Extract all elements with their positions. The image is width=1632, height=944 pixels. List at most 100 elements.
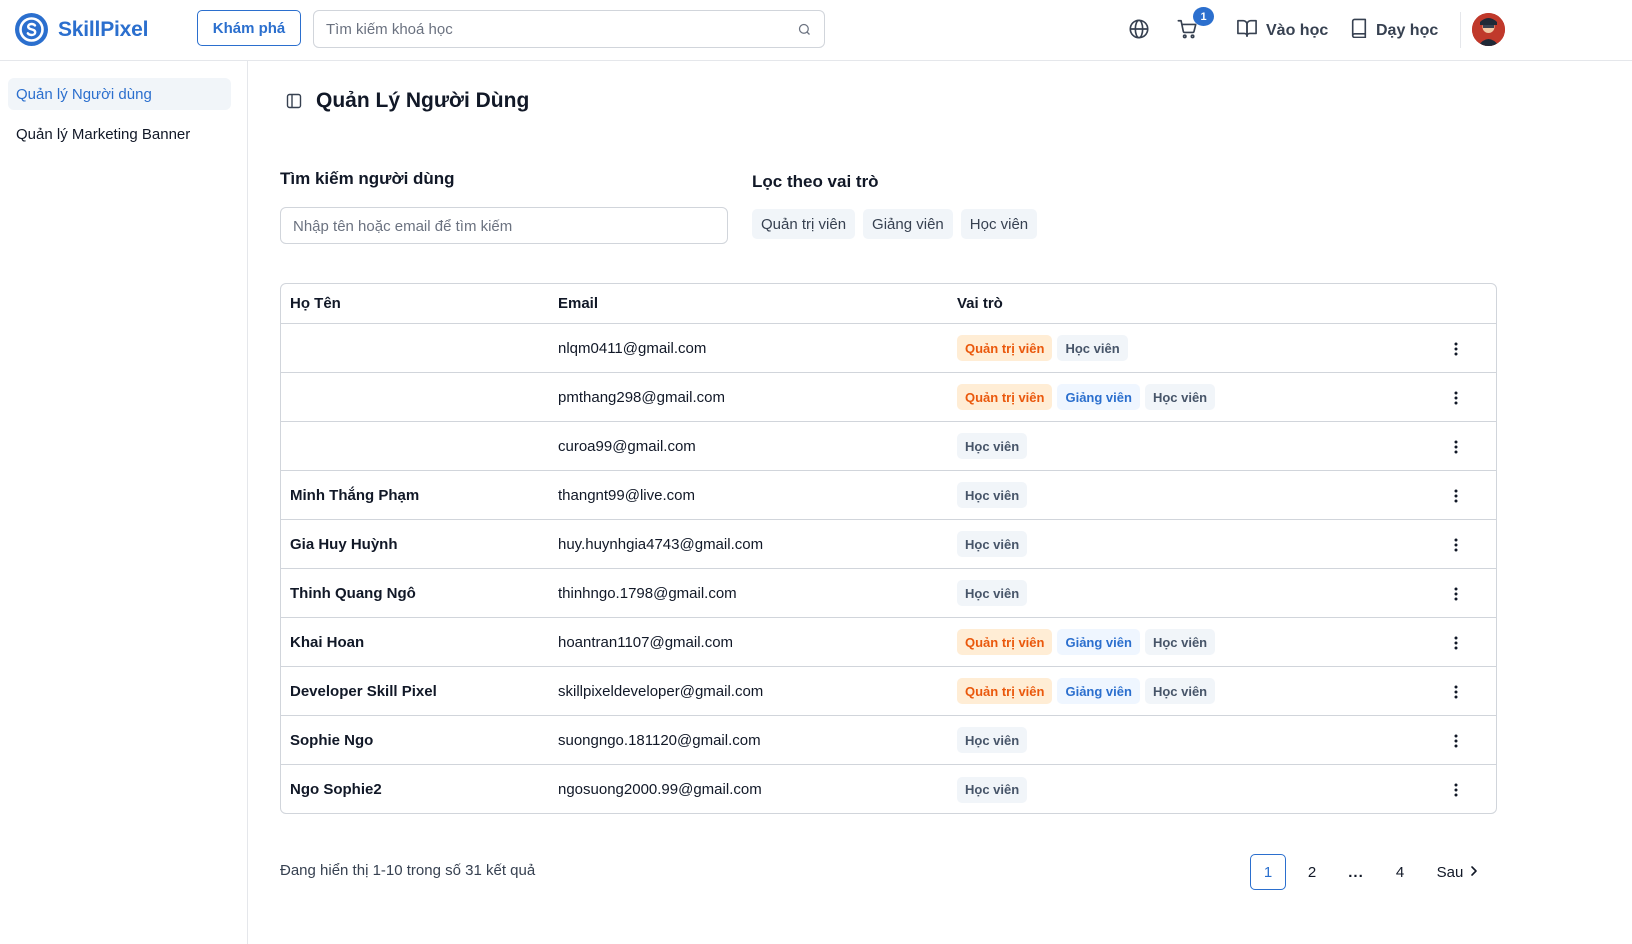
role-filter-admin[interactable]: Quản trị viên	[752, 209, 856, 239]
more-vertical-icon[interactable]	[1448, 340, 1464, 358]
cell-name: Developer Skill Pixel	[290, 682, 437, 700]
cell-roles: Học viên	[957, 580, 1028, 606]
role-badge: Học viên	[1057, 335, 1128, 361]
page-title: Quản Lý Người Dùng	[316, 89, 530, 112]
learn-label: Vào học	[1266, 21, 1329, 39]
book-open-icon	[1236, 18, 1258, 43]
more-vertical-icon[interactable]	[1448, 683, 1464, 701]
cell-roles: Học viên	[957, 776, 1028, 803]
cell-roles: Quản trị viên Giảng viên Học viên	[957, 629, 1216, 655]
role-badge: Giảng viên	[1057, 678, 1140, 704]
cell-email: nlqm0411@gmail.com	[558, 339, 707, 357]
user-search-input[interactable]	[293, 216, 713, 236]
role-filter-group: Quản trị viên Giảng viên Học viên	[752, 209, 1038, 239]
table-row: Developer Skill Pixel skillpixeldeveloper…	[281, 667, 1496, 716]
logo-icon	[15, 13, 48, 46]
role-badge: Giảng viên	[1057, 384, 1140, 410]
user-search-label: Tìm kiếm người dùng	[280, 169, 455, 188]
table-row: pmthang298@gmail.com Quản trị viên Giảng v…	[281, 373, 1496, 422]
user-search-box	[280, 207, 728, 244]
role-badge: Quản trị viên	[957, 678, 1053, 704]
role-filter-teacher[interactable]: Giảng viên	[863, 209, 953, 239]
sidebar-toggle-icon[interactable]	[286, 93, 302, 113]
role-badge: Quản trị viên	[957, 335, 1053, 361]
more-vertical-icon[interactable]	[1448, 389, 1464, 407]
header-divider	[1460, 12, 1461, 48]
cell-name: Ngo Sophie2	[290, 781, 382, 798]
more-vertical-icon[interactable]	[1448, 781, 1464, 799]
role-badge: Học viên	[957, 482, 1028, 508]
role-badge: Học viên	[957, 531, 1028, 557]
teach-label: Dạy học	[1376, 21, 1439, 39]
top-header: SkillPixel Khám phá 1 Vào học Dạy học	[0, 0, 1632, 61]
table-row: Gia Huy Huỳnh huy.huynhgia4743@gmail.com H…	[281, 520, 1496, 569]
cell-roles: Quản trị viên Giảng viên Học viên	[957, 678, 1216, 704]
more-vertical-icon[interactable]	[1448, 732, 1464, 750]
table-row: curoa99@gmail.com Học viên	[281, 422, 1496, 471]
cell-name: Thinh Quang Ngô	[290, 584, 416, 602]
cell-email: suongngo.181120@gmail.com	[558, 731, 761, 749]
result-summary: Đang hiển thị 1-10 trong số 31 kết quả	[280, 862, 536, 879]
more-vertical-icon[interactable]	[1448, 487, 1464, 505]
page-ellipsis: ...	[1348, 863, 1364, 881]
role-badge: Quản trị viên	[957, 384, 1053, 410]
role-badge: Học viên	[1144, 629, 1216, 655]
cell-email: ngosuong2000.99@gmail.com	[558, 781, 762, 798]
role-filter-label: Lọc theo vai trò	[752, 172, 879, 191]
course-search-input[interactable]	[326, 19, 786, 39]
role-badge: Giảng viên	[1057, 629, 1140, 655]
role-badge: Quản trị viên	[957, 629, 1053, 655]
role-badge: Học viên	[957, 433, 1028, 459]
page-2-button[interactable]: 2	[1294, 854, 1330, 890]
search-icon[interactable]	[797, 22, 812, 41]
book-icon	[1350, 18, 1368, 43]
cell-email: hoantran1107@gmail.com	[558, 633, 734, 651]
cell-roles: Quản trị viên Học viên	[957, 335, 1128, 361]
brand-logo[interactable]: SkillPixel	[15, 13, 148, 46]
cell-name: Minh Thắng Phạm	[290, 486, 420, 504]
role-badge: Học viên	[957, 580, 1028, 606]
sidebar-item-users[interactable]: Quản lý Người dùng	[8, 78, 231, 110]
column-header-name[interactable]: Họ Tên	[290, 295, 341, 312]
more-vertical-icon[interactable]	[1448, 585, 1464, 603]
role-badge: Học viên	[1144, 678, 1216, 704]
next-page-button[interactable]: Sau	[1430, 854, 1486, 890]
more-vertical-icon[interactable]	[1448, 536, 1464, 554]
role-badge: Học viên	[1144, 384, 1216, 410]
table-row: Thinh Quang Ngô thinhngo.1798@gmail.com Họ…	[281, 569, 1496, 618]
learn-link[interactable]: Vào học	[1236, 18, 1328, 43]
page-1-button[interactable]: 1	[1250, 854, 1286, 890]
more-vertical-icon[interactable]	[1448, 634, 1464, 652]
column-header-role[interactable]: Vai trò	[957, 295, 1003, 312]
chevron-right-icon	[1469, 864, 1479, 881]
next-page-label: Sau	[1436, 863, 1464, 881]
sidebar-item-marketing-banner[interactable]: Quản lý Marketing Banner	[8, 118, 231, 150]
cell-email: thinhngo.1798@gmail.com	[558, 584, 737, 602]
globe-icon[interactable]	[1128, 18, 1150, 44]
course-search-box	[313, 10, 825, 48]
role-filter-student[interactable]: Học viên	[960, 209, 1038, 239]
cell-roles: Học viên	[957, 433, 1028, 459]
role-badge: Học viên	[957, 727, 1028, 753]
cell-roles: Học viên	[957, 482, 1028, 508]
cell-email: thangnt99@live.com	[558, 486, 695, 504]
cell-email: pmthang298@gmail.com	[558, 388, 725, 406]
user-avatar[interactable]	[1472, 13, 1505, 46]
table-body: nlqm0411@gmail.com Quản trị viên Học viên p…	[281, 324, 1496, 813]
cell-roles: Học viên	[957, 727, 1028, 753]
cell-name: Sophie Ngo	[290, 731, 374, 749]
users-table: Họ Tên Email Vai trò nlqm0411@gmail.com Q…	[280, 283, 1497, 814]
brand-name: SkillPixel	[58, 17, 149, 41]
cell-name: Khai Hoan	[290, 633, 365, 651]
table-header: Họ Tên Email Vai trò	[281, 284, 1496, 324]
table-row: Minh Thắng Phạm thangnt99@live.com Học viê…	[281, 471, 1496, 520]
teach-link[interactable]: Dạy học	[1350, 18, 1438, 43]
table-row: Khai Hoan hoantran1107@gmail.com Quản trị …	[281, 618, 1496, 667]
table-row: Sophie Ngo suongngo.181120@gmail.com Học v…	[281, 716, 1496, 765]
sidebar: Quản lý Người dùng Quản lý Marketing Ban…	[0, 61, 248, 944]
column-header-email[interactable]: Email	[558, 295, 598, 312]
page-4-button[interactable]: 4	[1382, 854, 1418, 890]
more-vertical-icon[interactable]	[1448, 438, 1464, 456]
explore-button[interactable]: Khám phá	[197, 10, 301, 46]
role-badge: Học viên	[957, 776, 1028, 803]
